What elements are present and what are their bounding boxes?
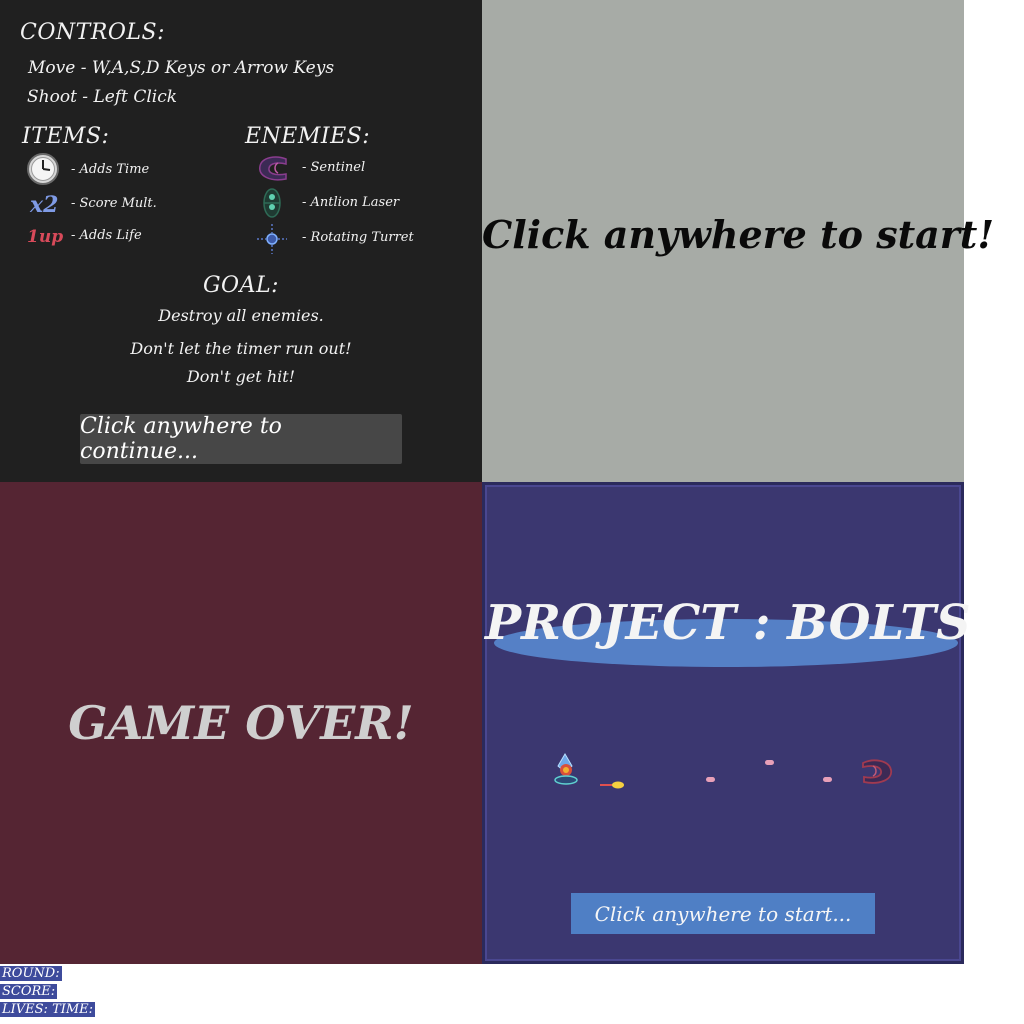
enemies-title: ENEMIES:	[245, 124, 371, 149]
hud-score: SCORE:	[0, 984, 58, 999]
continue-button[interactable]: Click anywhere to continue...	[80, 414, 402, 464]
clock-icon	[26, 152, 60, 186]
enemy-sentinel-label: - Sentinel	[302, 160, 366, 175]
sentinel-icon	[256, 152, 290, 186]
goal-title: GOAL:	[202, 273, 280, 298]
player-ship-icon	[551, 753, 583, 791]
enemy-bullet-icon	[765, 760, 774, 765]
instructions-panel[interactable]: CONTROLS: Move - W,A,S,D Keys or Arrow K…	[0, 0, 482, 482]
item-life-label: - Adds Life	[71, 228, 142, 243]
game-title: PROJECT : BOLTS	[485, 595, 971, 651]
title-start-button[interactable]: Click anywhere to start...	[571, 893, 875, 934]
title-panel[interactable]: PROJECT : BOLTS Click anywhere to start.…	[482, 482, 971, 964]
start-prompt: Click anywhere to start!	[482, 212, 995, 257]
antlion-laser-icon	[255, 186, 289, 220]
item-time-label: - Adds Time	[71, 162, 150, 177]
game-over-panel[interactable]: GAME OVER!	[0, 482, 482, 964]
start-panel[interactable]: Click anywhere to start!	[482, 0, 995, 482]
goal-line-1: Destroy all enemies.	[158, 306, 324, 325]
enemy-bullet-icon	[706, 777, 715, 782]
rotating-turret-icon	[255, 222, 289, 256]
enemy-bullet-icon	[823, 777, 832, 782]
goal-line-3: Don't get hit!	[186, 367, 296, 386]
enemy-antlion-label: - Antlion Laser	[302, 195, 400, 210]
x2-icon: x2	[30, 192, 59, 218]
player-bolt-icon	[600, 775, 628, 794]
controls-shoot-line: Shoot - Left Click	[27, 87, 178, 107]
1up-icon: 1up	[27, 227, 64, 247]
item-score-mult-label: - Score Mult.	[71, 196, 157, 211]
items-title: ITEMS:	[22, 124, 110, 149]
controls-title: CONTROLS:	[20, 20, 165, 45]
goal-line-2: Don't let the timer run out!	[130, 339, 352, 358]
game-over-text: GAME OVER!	[68, 696, 414, 750]
sentinel-enemy-icon	[859, 757, 895, 791]
hud-round: ROUND:	[0, 966, 62, 981]
enemy-turret-label: - Rotating Turret	[302, 230, 414, 245]
controls-move-line: Move - W,A,S,D Keys or Arrow Keys	[28, 58, 335, 78]
hud-lives-time: LIVES: TIME:	[0, 1002, 96, 1017]
